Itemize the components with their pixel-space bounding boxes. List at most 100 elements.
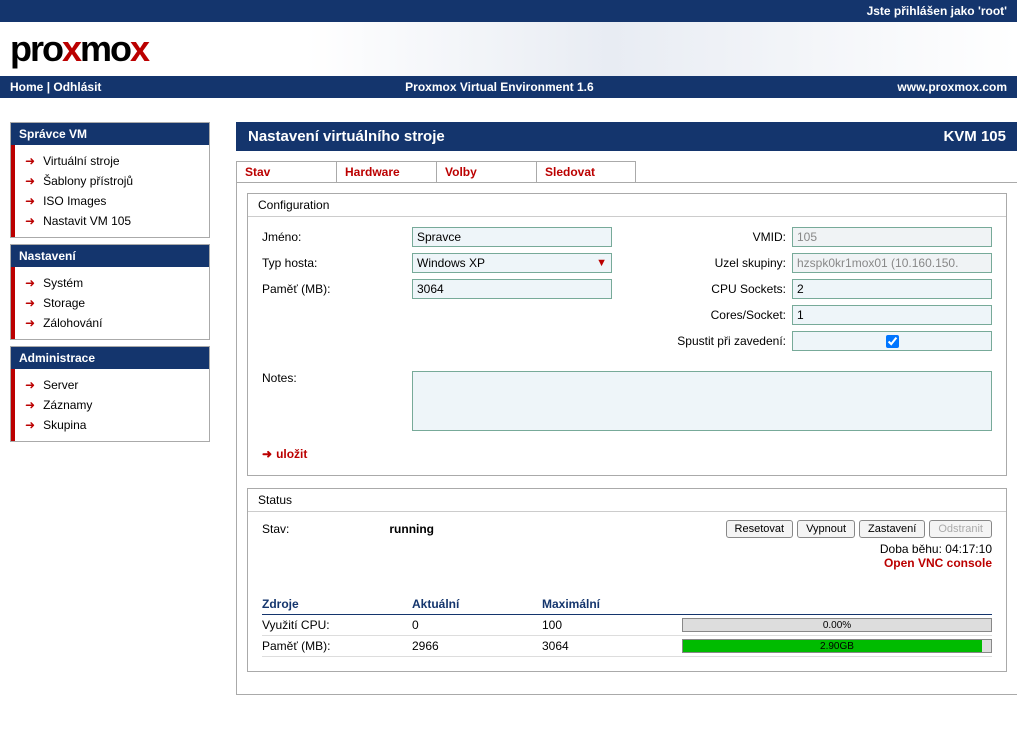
nav-url[interactable]: www.proxmox.com	[897, 80, 1007, 94]
node-input	[792, 253, 992, 273]
boot-checkbox[interactable]	[886, 335, 899, 348]
page-header: Nastavení virtuálního stroje KVM 105	[236, 122, 1017, 151]
memory-input[interactable]	[412, 279, 612, 299]
nav-bar: Home | Odhlásit Proxmox Virtual Environm…	[0, 76, 1017, 98]
node-label: Uzel skupiny:	[652, 256, 792, 270]
col-max: Maximální	[542, 594, 682, 615]
sockets-input[interactable]	[792, 279, 992, 299]
chevron-down-icon: ▼	[596, 257, 607, 269]
arrow-right-icon: ➜	[25, 214, 35, 228]
sidebar-item-label: Nastavit VM 105	[43, 214, 131, 228]
cpu-current: 0	[412, 615, 542, 636]
config-fieldset: Configuration Jméno: Typ hosta: Window	[247, 193, 1007, 476]
vmid-label: VMID:	[652, 230, 792, 244]
arrow-right-icon: ➜	[25, 378, 35, 392]
arrow-right-icon: ➜	[25, 276, 35, 290]
sidebar-item-label: Storage	[43, 296, 85, 310]
col-resource: Zdroje	[262, 594, 412, 615]
cpu-bar-text: 0.00%	[683, 619, 991, 631]
sidebar-section-title: Administrace	[11, 347, 209, 369]
nav-home[interactable]: Home	[10, 80, 43, 94]
sidebar-item[interactable]: ➜Zálohování	[21, 313, 203, 333]
sidebar-item-label: Zálohování	[43, 316, 102, 330]
shutdown-button[interactable]: Vypnout	[797, 520, 855, 538]
col-current: Aktuální	[412, 594, 542, 615]
stop-button[interactable]: Zastavení	[859, 520, 925, 538]
tab-hardware[interactable]: Hardware	[336, 161, 436, 182]
cores-input[interactable]	[792, 305, 992, 325]
config-legend: Configuration	[248, 194, 1006, 217]
arrow-right-icon: ➜	[25, 296, 35, 310]
sidebar-item[interactable]: ➜ Záznamy	[21, 395, 203, 415]
page-title: Nastavení virtuálního stroje	[248, 128, 445, 145]
cpu-bar: 0.00%	[682, 618, 992, 632]
sidebar-item-label: Záznamy	[43, 398, 92, 412]
table-row: Využití CPU: 0 100 0.00%	[262, 615, 992, 636]
sidebar-item[interactable]: ➜Server	[21, 375, 203, 395]
main-content: Nastavení virtuálního stroje KVM 105 Sta…	[236, 122, 1017, 695]
page-badge: KVM 105	[943, 128, 1006, 145]
sidebar-item-label: Šablony přístrojů	[43, 174, 133, 188]
top-status-bar: Jste přihlášen jako 'root'	[0, 0, 1017, 22]
cpu-label: Využití CPU:	[262, 615, 412, 636]
status-legend: Status	[248, 489, 1006, 512]
arrow-right-icon: ➜	[25, 418, 35, 432]
mem-max: 3064	[542, 636, 682, 657]
sidebar-section-title: Nastavení	[11, 245, 209, 267]
guest-value: Windows XP	[417, 256, 485, 270]
sidebar-item[interactable]: ➜ Systém	[21, 273, 203, 293]
memory-label: Paměť (MB):	[262, 282, 412, 296]
remove-button: Odstranit	[929, 520, 992, 538]
mem-current: 2966	[412, 636, 542, 657]
nav-logout[interactable]: Odhlásit	[53, 80, 101, 94]
status-fieldset: Status Stav: running Resetovat Vypnout Z…	[247, 488, 1007, 672]
guest-label: Typ hosta:	[262, 256, 412, 270]
vnc-console-link[interactable]: Open VNC console	[262, 556, 992, 570]
sidebar-item-label: Systém	[43, 276, 83, 290]
name-input[interactable]	[412, 227, 612, 247]
sidebar-section-title: Správce VM	[11, 123, 209, 145]
tab-stav[interactable]: Stav	[236, 161, 336, 182]
arrow-right-icon: ➜	[25, 194, 35, 208]
arrow-right-icon: ➜	[25, 154, 35, 168]
sidebar-item[interactable]: ➜ Šablony přístrojů	[21, 171, 203, 191]
sidebar-item-label: Skupina	[43, 418, 86, 432]
tab-panel: Configuration Jméno: Typ hosta: Window	[236, 182, 1017, 695]
name-label: Jméno:	[262, 230, 412, 244]
table-row: Paměť (MB): 2966 3064 2.90GB	[262, 636, 992, 657]
save-button[interactable]: ➜ uložit	[262, 447, 992, 461]
sidebar-item[interactable]: ➜ Storage	[21, 293, 203, 313]
state-label: Stav:	[262, 522, 289, 536]
notes-label: Notes:	[262, 371, 412, 385]
mem-bar: 2.90GB	[682, 639, 992, 653]
arrow-right-icon: ➜	[25, 174, 35, 188]
cpu-max: 100	[542, 615, 682, 636]
sidebar-section: Administrace➜Server➜Záznamy➜Skupina	[10, 346, 210, 442]
tab-volby[interactable]: Volby	[436, 161, 536, 182]
mem-label: Paměť (MB):	[262, 636, 412, 657]
sidebar-item-label: ISO Images	[43, 194, 106, 208]
sidebar: Správce VM ➜ Virtuální stroje ➜ Šablony přís…	[10, 122, 210, 695]
mem-bar-text: 2.90GB	[683, 640, 991, 652]
tab-bar: StavHardwareVolbySledovat	[236, 161, 1017, 182]
reset-button[interactable]: Resetovat	[726, 520, 794, 538]
uptime: Doba běhu: 04:17:10	[262, 542, 992, 556]
guest-dropdown[interactable]: Windows XP ▼	[412, 253, 612, 273]
cores-label: Cores/Socket:	[652, 308, 792, 322]
notes-textarea[interactable]	[412, 371, 992, 431]
arrow-right-icon: ➜	[25, 398, 35, 412]
sidebar-section: Nastavení ➜ Systém ➜ Storage ➜Zálohování	[10, 244, 210, 340]
tab-sledovat[interactable]: Sledovat	[536, 161, 636, 182]
sidebar-item-label: Virtuální stroje	[43, 154, 119, 168]
vmid-input	[792, 227, 992, 247]
boot-label: Spustit při zavedení:	[652, 334, 792, 348]
sidebar-item[interactable]: ➜ Nastavit VM 105	[21, 211, 203, 231]
nav-title: Proxmox Virtual Environment 1.6	[405, 80, 594, 94]
sidebar-item[interactable]: ➜ ISO Images	[21, 191, 203, 211]
sidebar-item[interactable]: ➜ Skupina	[21, 415, 203, 435]
login-status: Jste přihlášen jako 'root'	[867, 4, 1007, 18]
sockets-label: CPU Sockets:	[652, 282, 792, 296]
logo-area: proxmox	[0, 22, 1017, 76]
proxmox-logo: proxmox	[10, 28, 148, 69]
sidebar-item[interactable]: ➜ Virtuální stroje	[21, 151, 203, 171]
